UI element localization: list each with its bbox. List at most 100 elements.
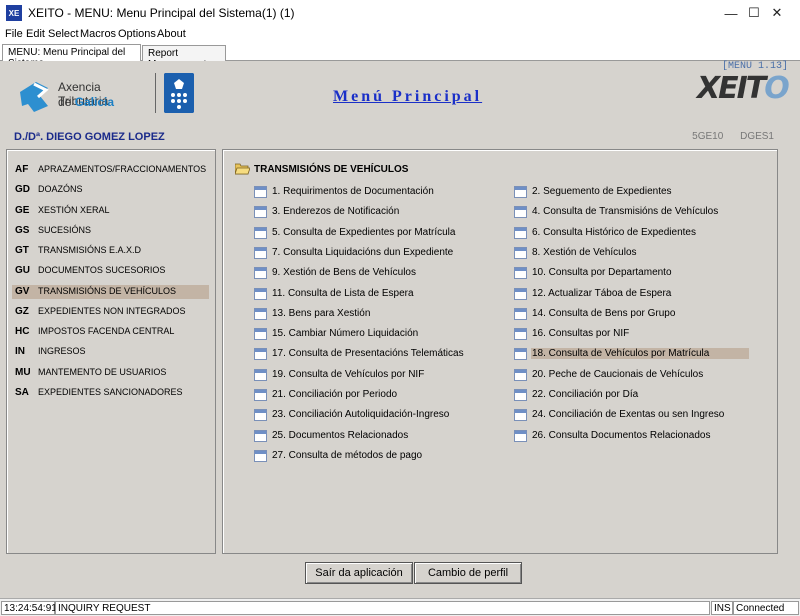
- user-name: D./Dª. DIEGO GOMEZ LOPEZ: [14, 131, 165, 143]
- document-icon: [254, 287, 267, 300]
- menu-file[interactable]: File: [5, 28, 23, 40]
- document-icon: [514, 429, 527, 442]
- option-label: 3. Enderezos de Notificación: [272, 206, 400, 218]
- document-icon: [514, 348, 527, 361]
- page-title: Menú Principal: [333, 88, 483, 105]
- logo-divider: [155, 73, 156, 113]
- menu-select[interactable]: Select: [48, 28, 79, 40]
- category-item-in[interactable]: IN INGRESOS: [12, 345, 209, 359]
- option-label: 5. Consulta de Expedientes por Matrícula: [272, 226, 456, 238]
- option-label: 27. Consulta de métodos de pago: [272, 449, 423, 461]
- option-label: 4. Consulta de Transmisións de Vehículos: [532, 206, 719, 218]
- option-label: 26. Consulta Documentos Relacionados: [532, 429, 711, 441]
- document-icon: [514, 389, 527, 401]
- option-label: 2. Seguemento de Expedientes: [532, 186, 672, 197]
- app-area: Axencia Tributaria de Galicia Menú Princ…: [0, 61, 800, 598]
- option-label: 1. Requirimentos de Documentación: [272, 186, 434, 197]
- category-item-gv[interactable]: GV TRANSMISIÓNS DE VEHÍCULOS: [12, 285, 209, 299]
- document-icon: [514, 287, 527, 300]
- menu-options[interactable]: Options: [118, 28, 156, 40]
- category-item-af[interactable]: AF APRAZAMENTOS/FRACCIONAMENTOS: [12, 163, 209, 177]
- xeito-logo: XEITO: [697, 71, 790, 106]
- option-label: 8. Xestión de Vehículos: [532, 246, 637, 258]
- option-label: 24. Conciliación de Exentas ou sen Ingre…: [532, 409, 725, 421]
- document-icon: [514, 226, 527, 239]
- document-icon: [254, 368, 267, 381]
- section-title: TRANSMISIÓNS DE VEHÍCULOS: [254, 164, 409, 175]
- document-icon: [514, 267, 527, 280]
- option-label: 25. Documentos Relacionados: [272, 429, 409, 441]
- document-icon: [514, 246, 527, 259]
- option-label: 18. Consulta de Vehículos por Matrícula: [531, 348, 749, 360]
- category-item-gs[interactable]: GS SUCESIÓNS: [12, 224, 209, 238]
- change-profile-button[interactable]: Cambio de perfil: [414, 562, 522, 584]
- document-icon: [254, 226, 267, 239]
- category-panel: AF APRAZAMENTOS/FRACCIONAMENTOS GD DOAZÓNS…: [6, 149, 216, 554]
- document-icon: [514, 409, 527, 422]
- category-item-gd[interactable]: GD DOAZÓNS: [12, 183, 209, 197]
- option-label: 9. Xestión de Bens de Vehículos: [272, 267, 416, 279]
- menu-bar: File Edit Select Macros Options About: [0, 26, 800, 44]
- option-label: 23. Conciliación Autoliquidación-Ingreso: [272, 409, 450, 421]
- document-icon: [254, 328, 267, 341]
- window-titlebar: XE XEITO - MENU: Menu Principal del Sist…: [0, 0, 800, 26]
- category-item-gt[interactable]: GT TRANSMISIÓNS E.A.X.D: [12, 244, 209, 258]
- category-item-sa[interactable]: SA EXPEDIENTES SANCIONADORES: [12, 386, 209, 400]
- document-icon: [254, 246, 267, 259]
- document-icon: [254, 409, 267, 422]
- agency-logo: Axencia Tributaria de Galicia: [18, 76, 148, 114]
- option-label: 12. Actualizar Táboa de Espera: [532, 287, 672, 299]
- document-icon: [254, 186, 267, 198]
- option-label: 19. Consulta de Vehículos por NIF: [272, 368, 425, 380]
- document-icon: [514, 206, 527, 219]
- option-label: 10. Consulta por Departamento: [532, 267, 672, 279]
- menu-macros[interactable]: Macros: [80, 28, 116, 40]
- option-label: 21. Conciliación por Periodo: [272, 389, 398, 400]
- menu-about[interactable]: About: [157, 28, 186, 40]
- category-item-ge[interactable]: GE XESTIÓN XERAL: [12, 204, 209, 218]
- document-icon: [514, 307, 527, 320]
- option-label: 14. Consulta de Bens por Grupo: [532, 307, 676, 319]
- close-button[interactable]: ✕: [754, 0, 800, 26]
- option-label: 13. Bens para Xestión: [272, 307, 371, 319]
- category-item-mu[interactable]: MU MANTEMENTO DE USUARIOS: [12, 366, 209, 380]
- session-codes: 5GE10 DGES1: [678, 131, 774, 142]
- status-bar: 13:24:54:914 INQUIRY REQUEST INS Connect…: [0, 598, 800, 616]
- document-icon: [254, 206, 267, 219]
- document-icon: [254, 307, 267, 320]
- document-icon: [254, 389, 267, 401]
- tab-bar: MENU: Menu Principal del Sistema Report …: [0, 44, 800, 70]
- option-label: 11. Consulta de Lista de Espera: [272, 287, 414, 299]
- option-label: 7. Consulta Liquidacións dun Expediente: [272, 246, 454, 258]
- option-label: 6. Consulta Histórico de Expedientes: [532, 226, 696, 238]
- document-icon: [514, 368, 527, 381]
- document-icon: [514, 328, 527, 341]
- category-item-hc[interactable]: HC IMPOSTOS FACENDA CENTRAL: [12, 325, 209, 339]
- document-icon: [254, 267, 267, 280]
- document-icon: [254, 348, 267, 361]
- status-time: 13:24:54:914: [1, 601, 62, 615]
- folder-open-icon: [235, 163, 250, 175]
- status-mode: INS: [711, 601, 733, 615]
- exit-app-button[interactable]: Saír da aplicación: [305, 562, 413, 584]
- option-label: 17. Consulta de Presentacións Telemática…: [272, 348, 464, 360]
- session-code-2: DGES1: [740, 131, 774, 142]
- option-label: 20. Peche de Caucionais de Vehículos: [532, 368, 704, 380]
- document-icon: [254, 449, 267, 462]
- category-item-gz[interactable]: GZ EXPEDIENTES NON INTEGRADOS: [12, 305, 209, 319]
- category-item-gu[interactable]: GU DOCUMENTOS SUCESORIOS: [12, 264, 209, 278]
- option-label: 16. Consultas por NIF: [532, 328, 630, 340]
- document-icon: [254, 429, 267, 442]
- status-message: INQUIRY REQUEST: [55, 601, 710, 615]
- agency-name-line2: de Galicia: [58, 95, 115, 109]
- menu-edit[interactable]: Edit: [26, 28, 45, 40]
- app-icon: XE: [6, 5, 22, 21]
- document-icon: [514, 186, 527, 198]
- window-title: XEITO - MENU: Menu Principal del Sistema…: [28, 6, 295, 20]
- option-label: 15. Cambiar Número Liquidación: [272, 328, 419, 340]
- options-panel: TRANSMISIÓNS DE VEHÍCULOS 1. Requiriment…: [222, 149, 778, 554]
- tab-menu-principal[interactable]: MENU: Menu Principal del Sistema: [2, 44, 141, 69]
- status-connection: Connected: [733, 601, 799, 615]
- tab-report-management[interactable]: Report Management: [142, 45, 226, 70]
- agency-mark-icon: [20, 82, 49, 112]
